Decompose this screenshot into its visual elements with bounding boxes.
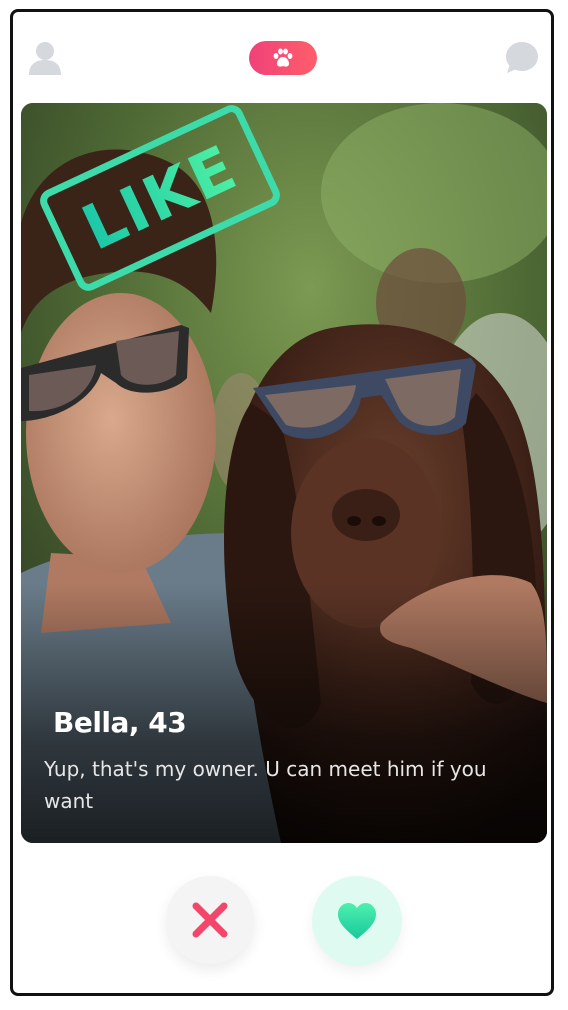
paw-icon [273, 48, 293, 67]
heart-icon [338, 903, 376, 939]
action-row [0, 872, 568, 972]
like-button[interactable] [312, 876, 402, 966]
dislike-button[interactable] [166, 876, 254, 964]
card-info: Bella, 43 Yup, that's my owner. U can me… [44, 706, 524, 817]
top-bar [0, 0, 568, 100]
user-icon[interactable] [28, 40, 62, 76]
profile-card[interactable]: LIKE Bella, 43 Yup, that's my owner. U c… [21, 103, 547, 843]
close-icon [192, 902, 228, 938]
chat-bubble-icon[interactable] [504, 40, 540, 76]
pet-bio: Yup, that's my owner. U can meet him if … [44, 757, 487, 813]
pet-name-age: Bella, 43 [53, 706, 187, 739]
app-logo[interactable] [249, 41, 317, 75]
